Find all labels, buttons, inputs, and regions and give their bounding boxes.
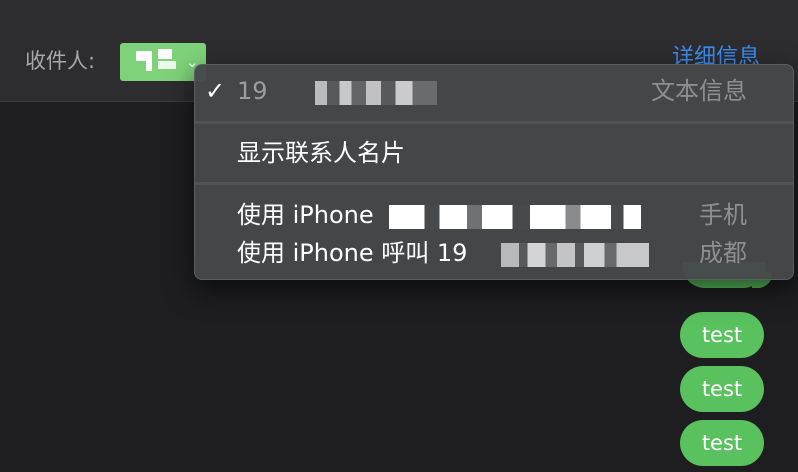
menu-separator — [195, 182, 793, 185]
redacted-pixel — [136, 51, 146, 61]
menu-item-right-label: 文本信息 — [651, 77, 747, 105]
to-label: 收件人: — [25, 49, 96, 73]
menu-item-right-label: 成都 — [699, 239, 747, 267]
redacted-phone-number — [501, 243, 649, 267]
menu-item-label: 显示联系人名片 — [237, 139, 405, 167]
message-bubble[interactable]: test — [680, 312, 764, 358]
checkmark-icon: ✓ — [205, 77, 226, 105]
redacted-text — [389, 205, 641, 229]
menu-separator — [195, 121, 793, 124]
message-bubble[interactable]: test — [680, 420, 764, 466]
messages-window: 收件人: ⌄ 详细信息 test test test ✓ 19 文本信息 显示联… — [0, 0, 798, 472]
menu-item-label: 使用 iPhone — [237, 201, 374, 229]
menu-item-right-label: 手机 — [699, 201, 747, 229]
redacted-pixel — [146, 51, 152, 71]
message-bubble[interactable]: test — [680, 366, 764, 412]
menu-item-label: 使用 iPhone 呼叫 19 — [237, 239, 468, 267]
redacted-pixel — [158, 49, 172, 59]
redacted-phone-number — [315, 81, 437, 105]
redacted-pixel — [158, 61, 176, 69]
phone-number-prefix: 19 — [237, 77, 268, 105]
recipient-context-menu: ✓ 19 文本信息 显示联系人名片 使用 iPhone 手机 使用 iPhone… — [194, 64, 794, 280]
